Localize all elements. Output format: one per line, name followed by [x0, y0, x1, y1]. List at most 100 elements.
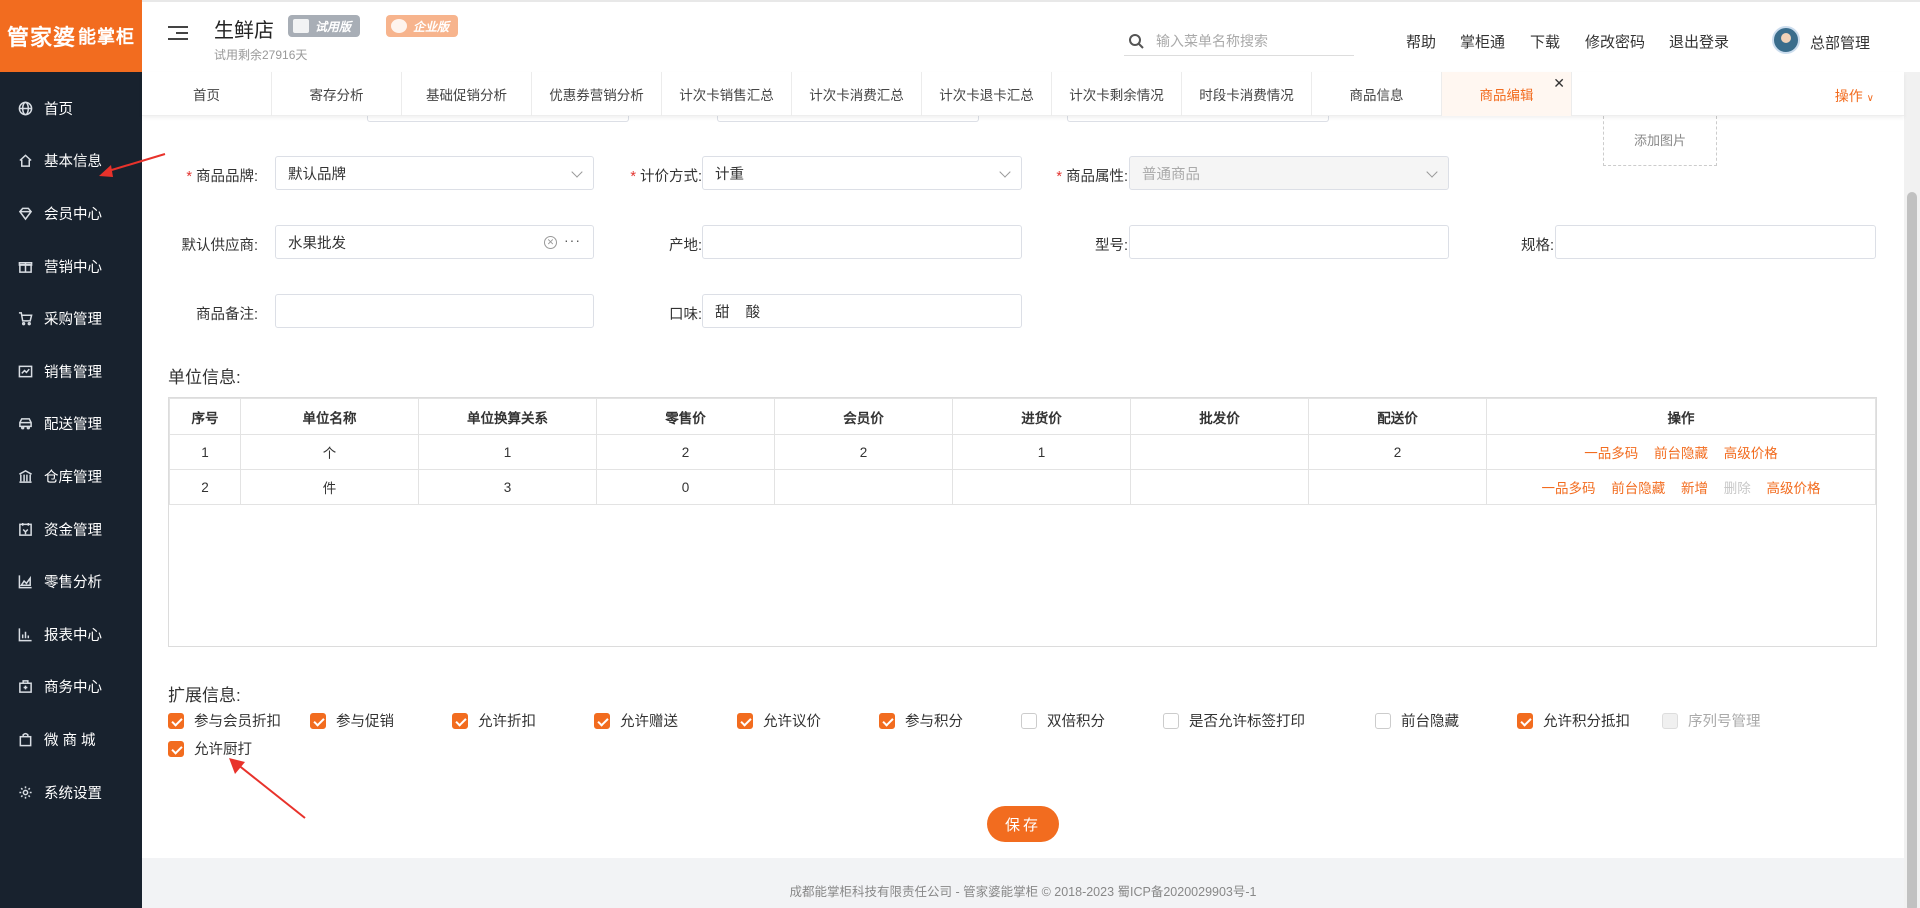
sidebar-item-label: 系统设置 — [44, 785, 102, 802]
logout-link[interactable]: 退出登录 — [1669, 31, 1729, 52]
sidebar-item-home[interactable]: 首页 — [0, 82, 142, 135]
remark-input[interactable] — [275, 294, 594, 328]
spec-label: 规格: — [1520, 238, 1554, 254]
brand-select[interactable]: 默认品牌 — [275, 156, 594, 190]
tab-home[interactable]: 首页 — [142, 72, 272, 116]
checkbox-box[interactable] — [1163, 712, 1179, 729]
area-chart-icon — [17, 574, 33, 590]
sidebar-item-sales[interactable]: 销售管理 — [0, 345, 142, 398]
checkbox-member-discount[interactable]: 参与会员折扣 — [168, 710, 281, 731]
col-header: 操作 — [1486, 398, 1876, 435]
sidebar: 管家婆 能掌柜 首页 基本信息 会员中心 营销中心 采购管理 销售管理 配送管理 … — [0, 0, 142, 908]
sidebar-item-basic-info[interactable]: 基本信息 — [0, 135, 142, 188]
tab-storage-analysis[interactable]: 寄存分析 — [272, 72, 402, 116]
checkbox-label: 允许折扣 — [478, 714, 536, 730]
checkbox-box[interactable] — [879, 712, 895, 729]
more-icon[interactable]: ··· — [564, 232, 581, 248]
change-password-link[interactable]: 修改密码 — [1585, 31, 1645, 52]
cart-icon — [17, 311, 33, 327]
close-icon[interactable]: ✕ — [1553, 75, 1565, 92]
model-input[interactable] — [1129, 225, 1449, 259]
tab-basic-promo-analysis[interactable]: 基础促销分析 — [402, 72, 532, 116]
checkbox-points-deduct[interactable]: 允许积分抵扣 — [1517, 710, 1630, 731]
tab-count-card-sales[interactable]: 计次卡销售汇总 — [662, 72, 792, 116]
taste-input[interactable]: 甜 酸 — [702, 294, 1022, 328]
checkbox-box[interactable] — [1021, 712, 1037, 729]
sidebar-item-member[interactable]: 会员中心 — [0, 187, 142, 240]
checkbox-box[interactable] — [452, 712, 468, 729]
download-link[interactable]: 下载 — [1530, 31, 1560, 52]
tab-product-info[interactable]: 商品信息 — [1312, 72, 1442, 116]
page-tabs: 首页 寄存分析 基础促销分析 优惠券营销分析 计次卡销售汇总 计次卡消费汇总 计… — [142, 72, 1904, 116]
copyright-text: 成都能掌柜科技有限责任公司 - 管家婆能掌柜 © 2018-2023 蜀ICP备… — [789, 885, 1257, 899]
menu-search-input[interactable] — [1156, 32, 1346, 49]
avatar[interactable] — [1772, 26, 1800, 54]
menu-search — [1124, 26, 1354, 56]
add-unit-link[interactable]: 新增 — [1681, 481, 1708, 496]
sidebar-item-reports[interactable]: 报表中心 — [0, 608, 142, 661]
bag-icon — [17, 731, 33, 747]
clear-icon[interactable]: ✕ — [544, 236, 557, 249]
supplier-label: 默认供应商: — [181, 238, 258, 254]
checkbox-kitchen-print[interactable]: 允许厨打 — [168, 738, 252, 759]
col-header: 配送价 — [1308, 398, 1487, 435]
hide-front-link[interactable]: 前台隐藏 — [1611, 481, 1665, 496]
pricing-select[interactable]: 计重 — [702, 156, 1022, 190]
field-stub — [367, 116, 629, 122]
zhanggui-tong-link[interactable]: 掌柜通 — [1460, 31, 1505, 52]
brand-logo[interactable]: 管家婆 能掌柜 — [0, 0, 142, 72]
help-link[interactable]: 帮助 — [1406, 31, 1436, 52]
menu-toggle-icon[interactable] — [168, 26, 188, 44]
checkbox-label-print[interactable]: 是否允许标签打印 — [1163, 710, 1305, 731]
attribute-select: 普通商品 — [1129, 156, 1449, 190]
supplier-input[interactable]: 水果批发 ✕ ··· — [275, 225, 594, 259]
tab-product-edit[interactable]: 商品编辑 ✕ — [1442, 72, 1572, 116]
user-name[interactable]: 总部管理 — [1810, 32, 1870, 53]
shop-name: 生鲜店 — [214, 20, 274, 42]
scrollbar-thumb[interactable] — [1907, 192, 1917, 908]
table-row: 1 个 1 2 2 1 2 一品多码 前台隐藏 高级价格 — [169, 434, 1876, 470]
sidebar-item-purchase[interactable]: 采购管理 — [0, 292, 142, 345]
wallet-icon — [17, 521, 33, 537]
sidebar-item-warehouse[interactable]: 仓库管理 — [0, 450, 142, 503]
tab-count-card-refund[interactable]: 计次卡退卡汇总 — [922, 72, 1052, 116]
sidebar-item-finance[interactable]: 资金管理 — [0, 503, 142, 556]
pricing-label: * 计价方式: — [630, 169, 702, 185]
checkbox-double-points[interactable]: 双倍积分 — [1021, 710, 1105, 731]
spec-input[interactable] — [1555, 225, 1876, 259]
checkbox-allow-discount[interactable]: 允许折扣 — [452, 710, 536, 731]
tab-count-card-consume[interactable]: 计次卡消费汇总 — [792, 72, 922, 116]
tab-coupon-analysis[interactable]: 优惠券营销分析 — [532, 72, 662, 116]
multi-barcode-link[interactable]: 一品多码 — [1541, 481, 1595, 496]
sidebar-item-delivery[interactable]: 配送管理 — [0, 398, 142, 451]
checkbox-box[interactable] — [310, 712, 326, 729]
sidebar-item-settings[interactable]: 系统设置 — [0, 766, 142, 819]
sidebar-item-mall[interactable]: 微 商 城 — [0, 713, 142, 766]
checkbox-points[interactable]: 参与积分 — [879, 710, 963, 731]
origin-input[interactable] — [702, 225, 1022, 259]
tab-period-card-consume[interactable]: 时段卡消费情况 — [1182, 72, 1312, 116]
page-scrollbar[interactable] — [1904, 72, 1920, 908]
checkbox-allow-gift[interactable]: 允许赠送 — [594, 710, 678, 731]
tabs-operations-dropdown[interactable]: 操作 ∨ — [1835, 86, 1874, 106]
advanced-price-link[interactable]: 高级价格 — [1724, 446, 1778, 461]
advanced-price-link[interactable]: 高级价格 — [1767, 481, 1821, 496]
multi-barcode-link[interactable]: 一品多码 — [1584, 446, 1638, 461]
checkbox-box[interactable] — [594, 712, 610, 729]
checkbox-box[interactable] — [1517, 712, 1533, 729]
checkbox-box[interactable] — [168, 712, 184, 729]
sidebar-item-business[interactable]: 商务中心 — [0, 661, 142, 714]
checkbox-promotion[interactable]: 参与促销 — [310, 710, 394, 731]
save-button[interactable]: 保存 — [987, 806, 1059, 842]
checkbox-box[interactable] — [1375, 712, 1391, 729]
sidebar-item-marketing[interactable]: 营销中心 — [0, 240, 142, 293]
unit-info-title: 单位信息: — [168, 368, 241, 387]
checkbox-box[interactable] — [168, 740, 184, 757]
sidebar-item-retail-analysis[interactable]: 零售分析 — [0, 555, 142, 608]
hide-front-link[interactable]: 前台隐藏 — [1654, 446, 1708, 461]
checkbox-allow-bargain[interactable]: 允许议价 — [737, 710, 821, 731]
checkbox-box[interactable] — [737, 712, 753, 729]
tab-count-card-remaining[interactable]: 计次卡剩余情况 — [1052, 72, 1182, 116]
add-image-upload[interactable]: 添加图片 — [1603, 116, 1717, 166]
checkbox-hide-front[interactable]: 前台隐藏 — [1375, 710, 1459, 731]
